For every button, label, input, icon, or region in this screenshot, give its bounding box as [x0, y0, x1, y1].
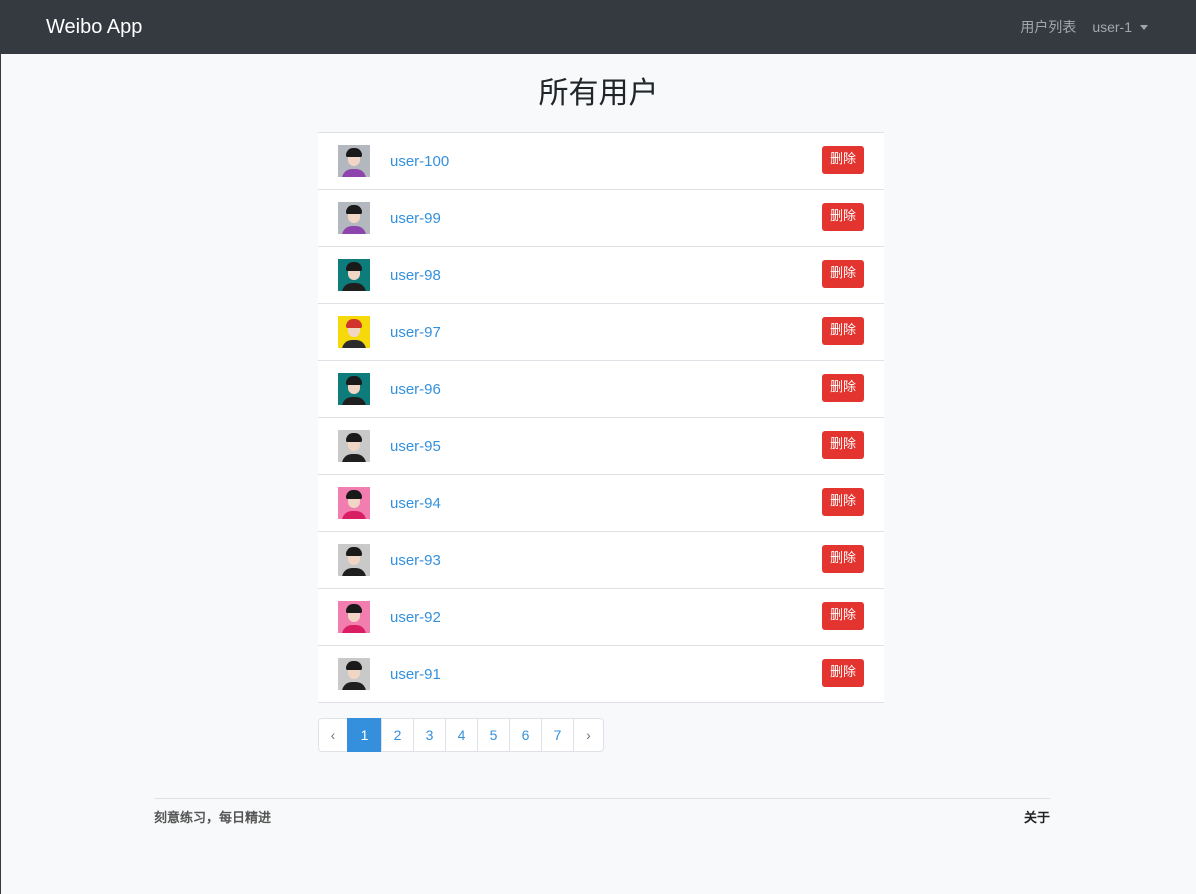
username-link[interactable]: user-94	[390, 495, 441, 512]
avatar[interactable]	[338, 544, 370, 576]
username-link[interactable]: user-100	[390, 153, 449, 170]
delete-user-button[interactable]: 删除	[821, 260, 864, 288]
user-row: user-94 删除	[318, 475, 884, 532]
avatar[interactable]	[338, 145, 370, 177]
avatar[interactable]	[338, 259, 370, 291]
user-row: user-96 删除	[318, 361, 884, 418]
avatar[interactable]	[338, 430, 370, 462]
delete-user-button[interactable]: 删除	[821, 659, 864, 687]
avatar[interactable]	[338, 601, 370, 633]
footer-slogan: 刻意练习，每日精进	[154, 811, 272, 826]
delete-user-button[interactable]: 删除	[821, 602, 864, 630]
username-link[interactable]: user-98	[390, 267, 441, 284]
avatar[interactable]	[338, 316, 370, 348]
user-list-link[interactable]: 用户列表	[1020, 17, 1076, 37]
navbar-right: 用户列表 user-1	[1020, 17, 1148, 37]
chevron-down-icon	[1140, 24, 1148, 30]
username-link[interactable]: user-92	[390, 609, 441, 626]
avatar[interactable]	[338, 373, 370, 405]
footer: 刻意练习，每日精进 关于	[154, 798, 1050, 826]
top-navbar: Weibo App 用户列表 user-1	[1, 0, 1196, 54]
about-link[interactable]: 关于	[1024, 807, 1050, 826]
delete-user-button[interactable]: 删除	[821, 545, 864, 573]
avatar[interactable]	[338, 202, 370, 234]
user-row: user-100 删除	[318, 133, 884, 190]
delete-user-button[interactable]: 删除	[821, 374, 864, 402]
delete-user-button[interactable]: 删除	[821, 431, 864, 459]
username-link[interactable]: user-93	[390, 552, 441, 569]
username-link[interactable]: user-97	[390, 324, 441, 341]
user-row: user-98 删除	[318, 247, 884, 304]
delete-user-button[interactable]: 删除	[821, 203, 864, 231]
pagination-page-7[interactable]: 7	[541, 718, 574, 752]
username-link[interactable]: user-96	[390, 381, 441, 398]
pagination-page-6[interactable]: 6	[509, 718, 542, 752]
avatar[interactable]	[338, 658, 370, 690]
pagination-prev-button[interactable]: ‹	[318, 718, 348, 752]
pagination-page-4[interactable]: 4	[445, 718, 478, 752]
page-title: 所有用户	[538, 77, 659, 110]
delete-user-button[interactable]: 删除	[821, 488, 864, 516]
user-list: user-100 删除 user-99 删除 user-98 删除 user-97 删除 use…	[318, 132, 884, 703]
user-row: user-99 删除	[318, 190, 884, 247]
username-link[interactable]: user-95	[390, 438, 441, 455]
delete-user-button[interactable]: 删除	[821, 146, 864, 174]
pagination: ‹ 1 2 3 4 5 6 7 ›	[318, 718, 1196, 752]
pagination-page-5[interactable]: 5	[477, 718, 510, 752]
username-link[interactable]: user-99	[390, 210, 441, 227]
user-row: user-92 删除	[318, 589, 884, 646]
user-row: user-95 删除	[318, 418, 884, 475]
pagination-next-button[interactable]: ›	[573, 718, 604, 752]
user-dropdown-toggle[interactable]: user-1	[1092, 19, 1148, 35]
user-row: user-97 删除	[318, 304, 884, 361]
user-row: user-91 删除	[318, 646, 884, 703]
user-row: user-93 删除	[318, 532, 884, 589]
username-link[interactable]: user-91	[390, 666, 441, 683]
pagination-page-2[interactable]: 2	[381, 718, 414, 752]
avatar[interactable]	[338, 487, 370, 519]
pagination-page-1[interactable]: 1	[347, 718, 382, 752]
brand-link[interactable]: Weibo App	[46, 16, 142, 39]
current-user-label: user-1	[1092, 19, 1132, 35]
delete-user-button[interactable]: 删除	[821, 317, 864, 345]
pagination-page-3[interactable]: 3	[413, 718, 446, 752]
